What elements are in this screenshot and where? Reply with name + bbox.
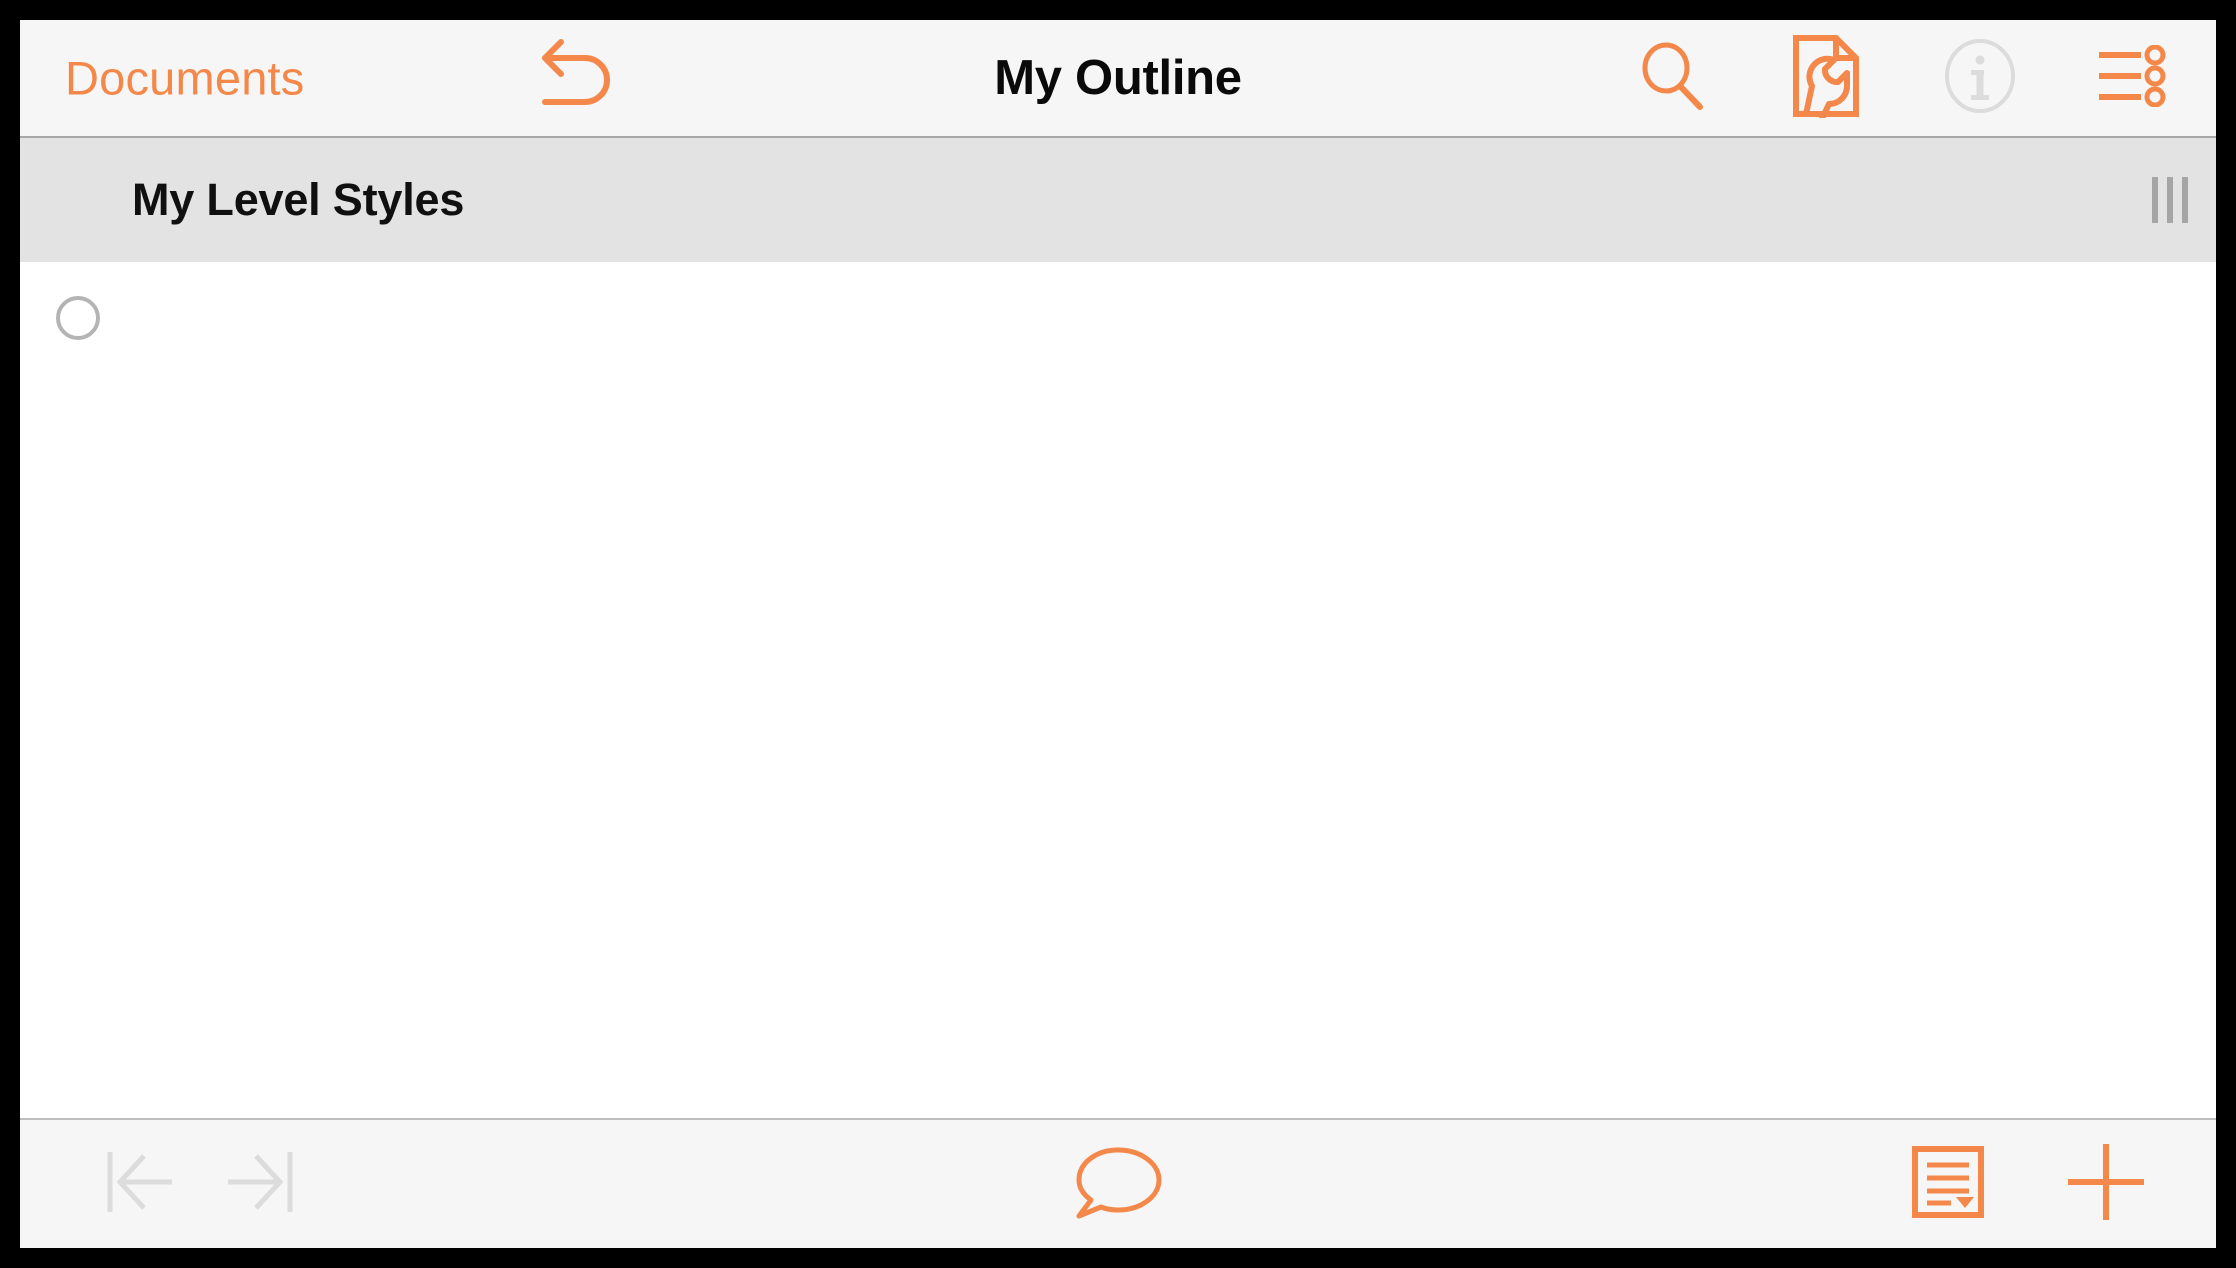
navigation-right-actions xyxy=(1626,32,2180,126)
styles-button[interactable] xyxy=(1900,1136,1996,1232)
app-window: Documents My Outline My Level Styles xyxy=(20,20,2216,1248)
outdent-button[interactable] xyxy=(90,1136,200,1232)
document-wrench-icon xyxy=(1790,34,1862,126)
search-button[interactable] xyxy=(1626,32,1718,124)
column-drag-handle-icon[interactable] xyxy=(2152,177,2188,223)
column-header-title: My Level Styles xyxy=(132,174,465,225)
circle-bullet-icon[interactable] xyxy=(56,296,100,340)
outline-row[interactable] xyxy=(20,262,2216,374)
note-button[interactable] xyxy=(20,1136,2216,1232)
drag-handle-bar xyxy=(2152,177,2158,223)
outline-row-text[interactable] xyxy=(100,262,2216,374)
drag-handle-bar xyxy=(2167,177,2173,223)
styles-list-icon xyxy=(1911,1145,1985,1224)
bottom-toolbar xyxy=(20,1120,2216,1248)
document-settings-button[interactable] xyxy=(1780,32,1872,126)
indent-button[interactable] xyxy=(200,1136,310,1232)
search-icon xyxy=(1633,37,1711,120)
drag-handle-bar xyxy=(2182,177,2188,223)
indent-icon xyxy=(212,1146,298,1223)
note-bubble-icon[interactable] xyxy=(1071,1142,1165,1227)
navigation-bar: Documents My Outline xyxy=(20,20,2216,138)
column-header-row[interactable]: My Level Styles xyxy=(20,138,2216,262)
contents-button[interactable] xyxy=(2088,32,2180,124)
add-row-button[interactable] xyxy=(2056,1134,2156,1234)
info-circle-icon xyxy=(1942,36,2018,121)
plus-icon xyxy=(2063,1139,2149,1230)
outdent-icon xyxy=(102,1146,188,1223)
outline-levels-icon xyxy=(2095,44,2173,112)
outline-content-area[interactable] xyxy=(20,262,2216,1120)
info-button[interactable] xyxy=(1934,32,2026,124)
